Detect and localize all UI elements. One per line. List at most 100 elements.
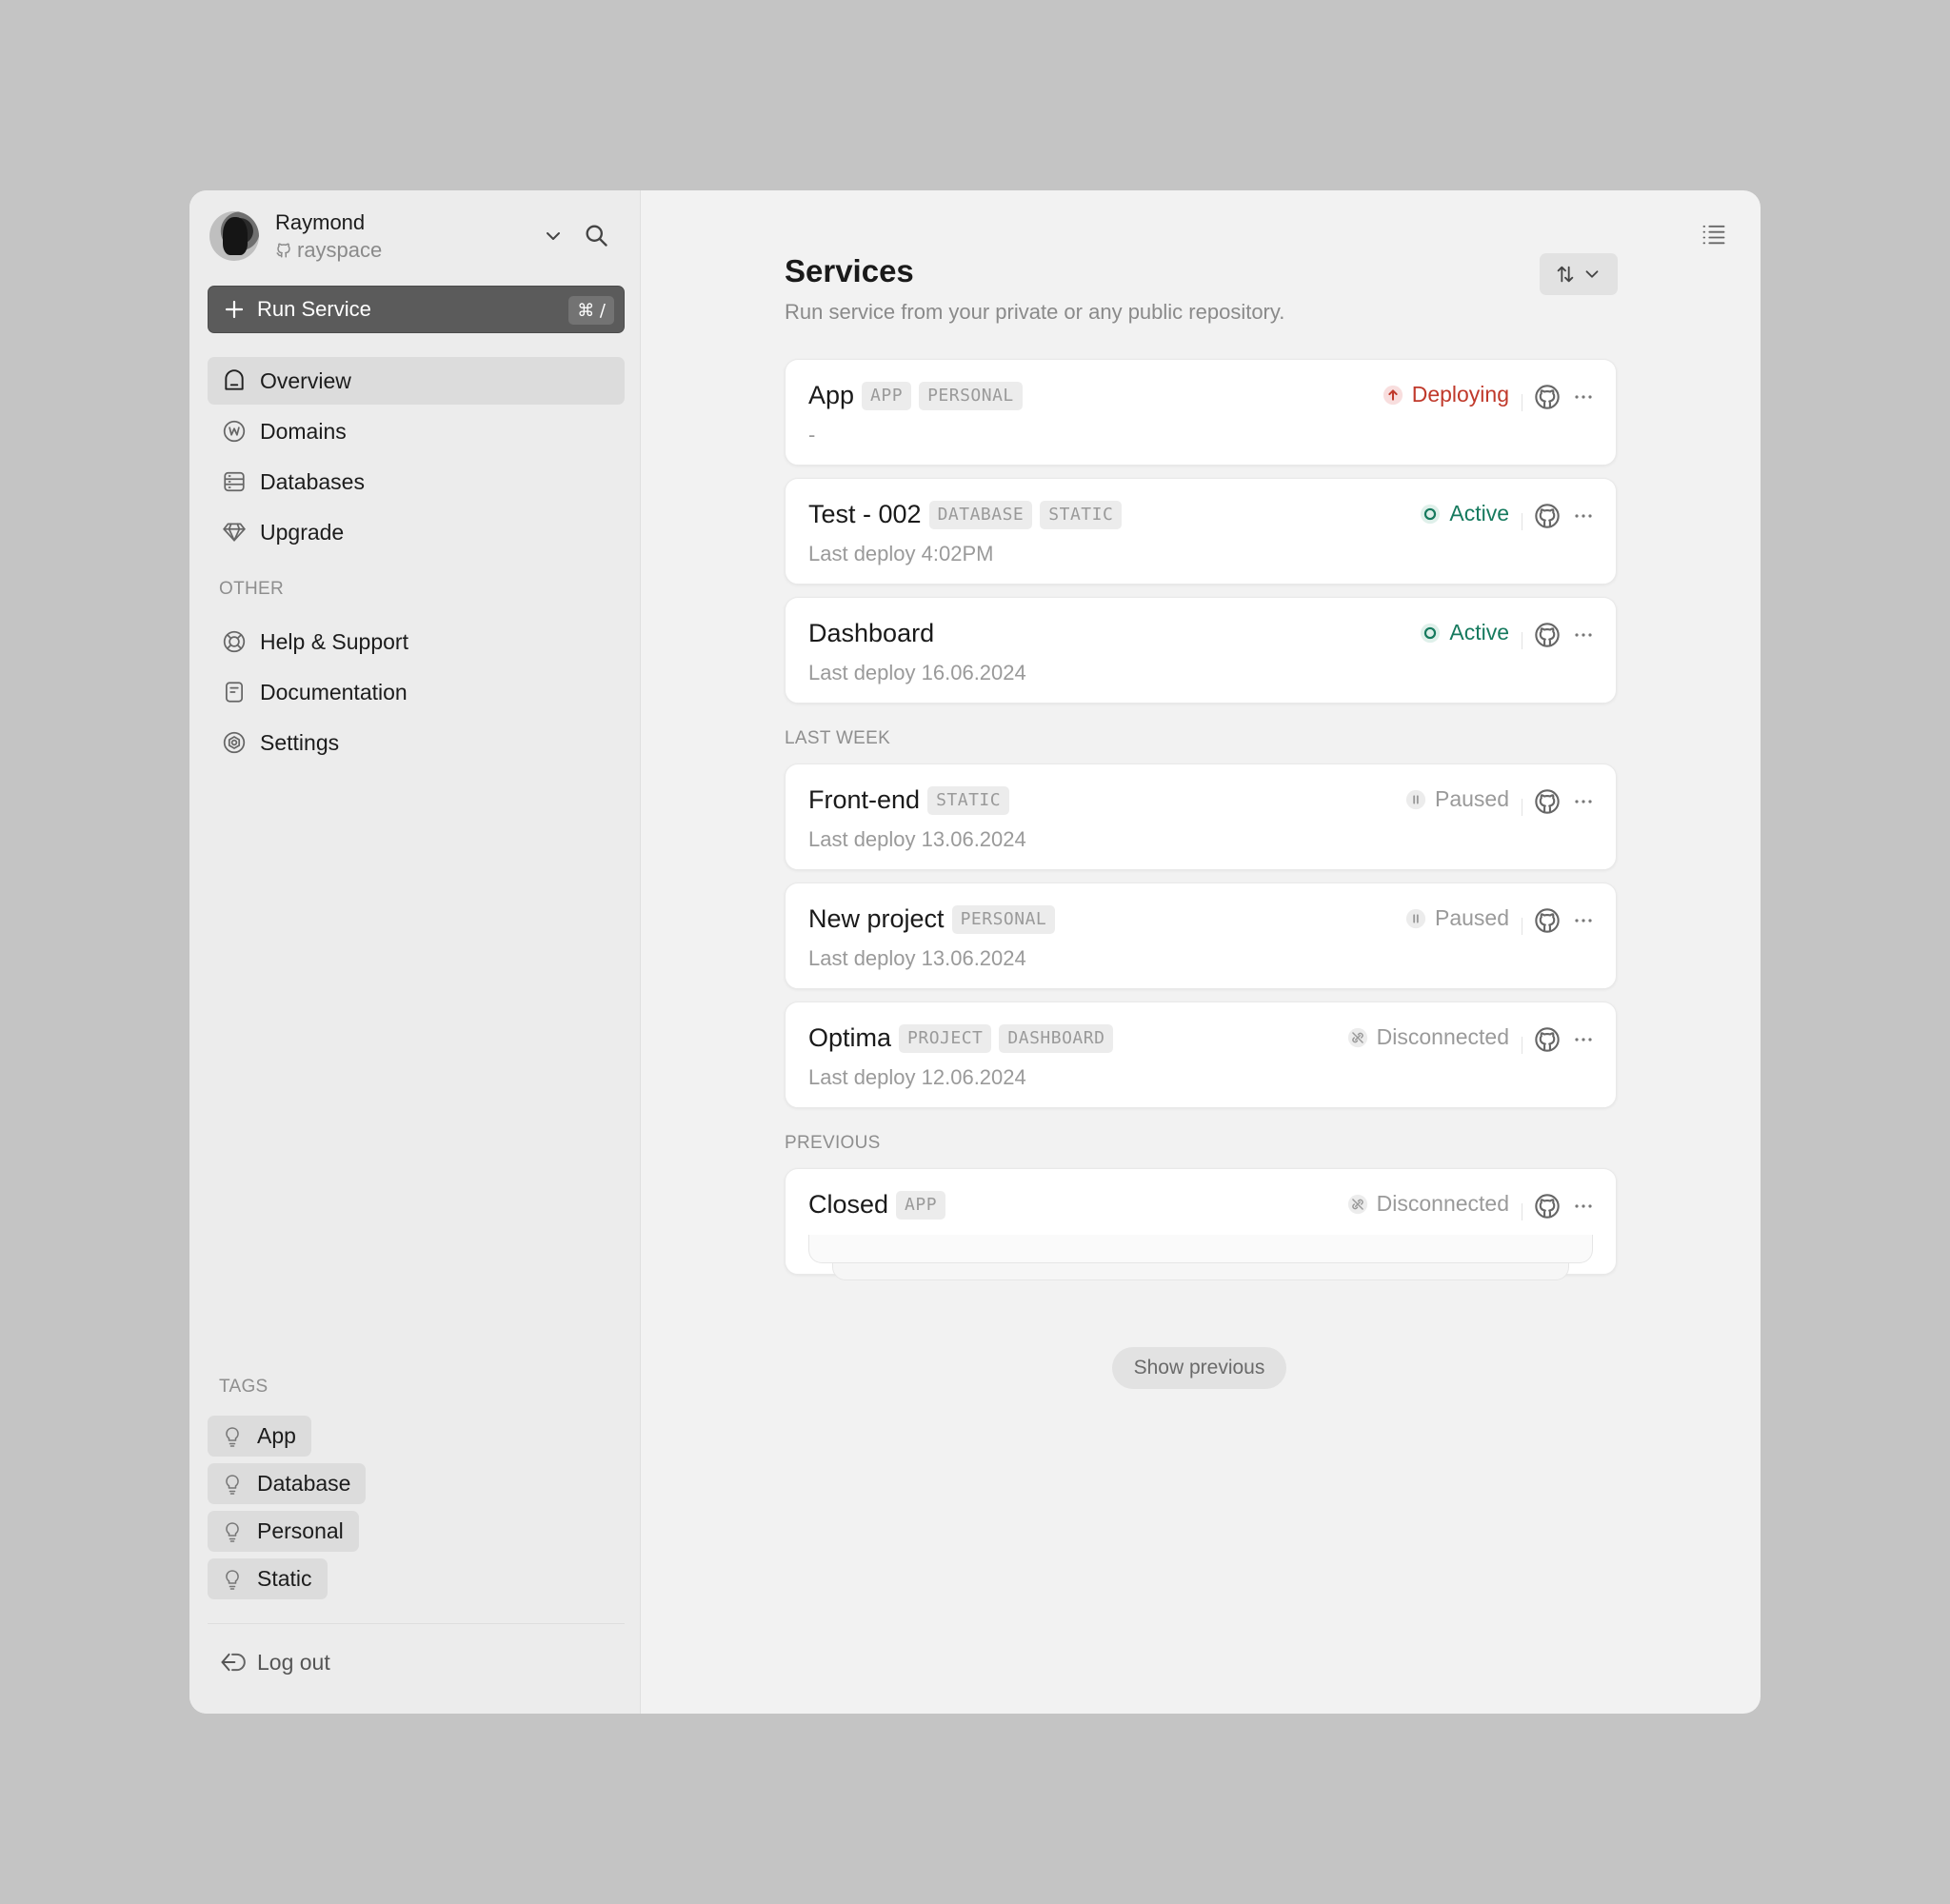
github-icon [276,243,290,258]
service-card[interactable]: Dashboard Last deploy 16.06.2024 Active [785,597,1617,704]
service-name: Dashboard [808,619,935,647]
tag-personal[interactable]: Personal [208,1511,359,1552]
status-label: Active [1449,620,1509,645]
app-window: Raymond rayspace Run Service ⌘ / Overvie… [189,190,1761,1714]
logout-button[interactable]: Log out [219,1649,330,1676]
sidebar: Raymond rayspace Run Service ⌘ / Overvie… [189,190,641,1714]
section-label-other: OTHER [219,579,284,599]
github-icon[interactable] [1534,503,1561,529]
more-options-icon[interactable] [1572,1193,1595,1220]
service-card[interactable]: Front-end STATIC Last deploy 13.06.2024 Pau… [785,764,1617,870]
service-tag-badge: PERSONAL [919,381,1023,410]
service-status: Paused [1405,905,1509,931]
page-title: Services [785,253,914,288]
tag-database[interactable]: Database [208,1463,367,1504]
github-icon[interactable] [1534,788,1561,815]
chevron-down-icon[interactable] [542,225,565,248]
service-last-deploy: Last deploy 4:02PM [808,542,994,565]
run-service-label: Run Service [257,297,371,321]
user-name: Raymond [275,210,366,234]
sidebar-divider [208,1623,625,1624]
status-label: Disconnected [1376,1191,1509,1216]
disconnected-status-icon [1347,1027,1367,1047]
service-card[interactable]: App APP PERSONAL - Deploying [785,359,1617,466]
service-name: Front-end [808,785,921,814]
active-status-icon [1421,623,1441,643]
more-options-icon[interactable] [1572,622,1595,648]
tag-label: Database [257,1471,351,1496]
more-options-icon[interactable] [1572,907,1595,934]
sidebar-item-domains[interactable]: Domains [208,407,625,455]
sidebar-item-settings[interactable]: Settings [208,719,625,766]
service-name-row: Closed APP [808,1190,946,1220]
service-card[interactable]: New project PERSONAL Last deploy 13.06.202… [785,883,1617,989]
page-subtitle: Run service from your private or any pub… [785,300,1285,324]
service-status: Disconnected [1347,1191,1509,1217]
service-tag-badge: STATIC [927,785,1010,815]
more-options-icon[interactable] [1572,503,1595,529]
status-label: Paused [1434,786,1509,811]
diamond-icon [223,523,246,542]
more-options-icon[interactable] [1572,788,1595,815]
service-name: New project [808,904,945,933]
sidebar-item-label: Databases [260,468,365,494]
show-previous-button[interactable]: Show previous [1112,1347,1286,1389]
github-icon[interactable] [1534,1193,1561,1220]
service-name-row: Test - 002 DATABASE STATIC [808,500,1123,529]
sidebar-item-label: Help & Support [260,628,408,654]
sidebar-item-label: Upgrade [260,519,345,545]
active-status-icon [1421,504,1441,524]
sidebar-item-upgrade[interactable]: Upgrade [208,508,625,556]
status-label: Disconnected [1376,1024,1509,1049]
tag-pin-icon [226,1426,239,1447]
more-options-icon[interactable] [1572,384,1595,410]
sidebar-item-overview[interactable]: Overview [208,357,625,405]
user-switcher[interactable]: Raymond rayspace [209,210,628,262]
collapsed-card-stack [808,1235,1593,1263]
service-last-deploy: Last deploy 13.06.2024 [808,827,1026,851]
service-status: Paused [1405,786,1509,812]
avatar [209,211,259,261]
tag-pin-icon [226,1569,239,1590]
run-service-button[interactable]: Run Service ⌘ / [208,286,625,333]
github-icon[interactable] [1534,907,1561,934]
service-tag-badge: PERSONAL [951,904,1056,934]
paused-status-icon [1405,908,1426,928]
status-label: Active [1449,501,1509,526]
sidebar-item-help[interactable]: Help & Support [208,618,625,665]
service-last-deploy: Last deploy 13.06.2024 [808,946,1026,970]
service-tag-badge: DASHBOARD [999,1023,1114,1053]
sort-icon [1557,266,1574,283]
group-label-previous: PREVIOUS [785,1133,881,1153]
sidebar-item-label: Domains [260,418,347,444]
home-icon [225,369,244,390]
service-card[interactable]: Test - 002 DATABASE STATIC Last deploy 4:02… [785,478,1617,585]
github-icon[interactable] [1534,384,1561,410]
service-status: Deploying [1383,382,1509,407]
plus-icon [225,300,244,319]
list-view-icon[interactable] [1701,221,1727,248]
chevron-down-icon [1585,270,1599,278]
sidebar-item-documentation[interactable]: Documentation [208,668,625,716]
service-tag-badge: DATABASE [928,500,1033,529]
document-icon [226,682,243,703]
sidebar-item-label: Documentation [260,679,408,704]
group-label-last-week: LAST WEEK [785,728,891,748]
github-icon[interactable] [1534,1026,1561,1053]
service-card[interactable]: Optima PROJECT DASHBOARD Last deploy 12.06.… [785,1002,1617,1108]
sidebar-item-databases[interactable]: Databases [208,458,625,506]
more-options-icon[interactable] [1572,1026,1595,1053]
keyboard-shortcut: ⌘ / [568,296,614,325]
tag-static[interactable]: Static [208,1558,328,1599]
github-icon[interactable] [1534,622,1561,648]
service-last-deploy: Last deploy 16.06.2024 [808,661,1026,684]
sort-button[interactable] [1540,253,1618,295]
status-label: Deploying [1411,382,1509,407]
sidebar-item-label: Settings [260,729,340,755]
service-name-row: Front-end STATIC [808,785,1010,815]
service-name: Optima [808,1023,892,1052]
service-name: Test - 002 [808,500,922,528]
section-label-tags: TAGS [219,1377,269,1397]
search-icon[interactable] [583,222,609,248]
tag-app[interactable]: App [208,1416,311,1457]
